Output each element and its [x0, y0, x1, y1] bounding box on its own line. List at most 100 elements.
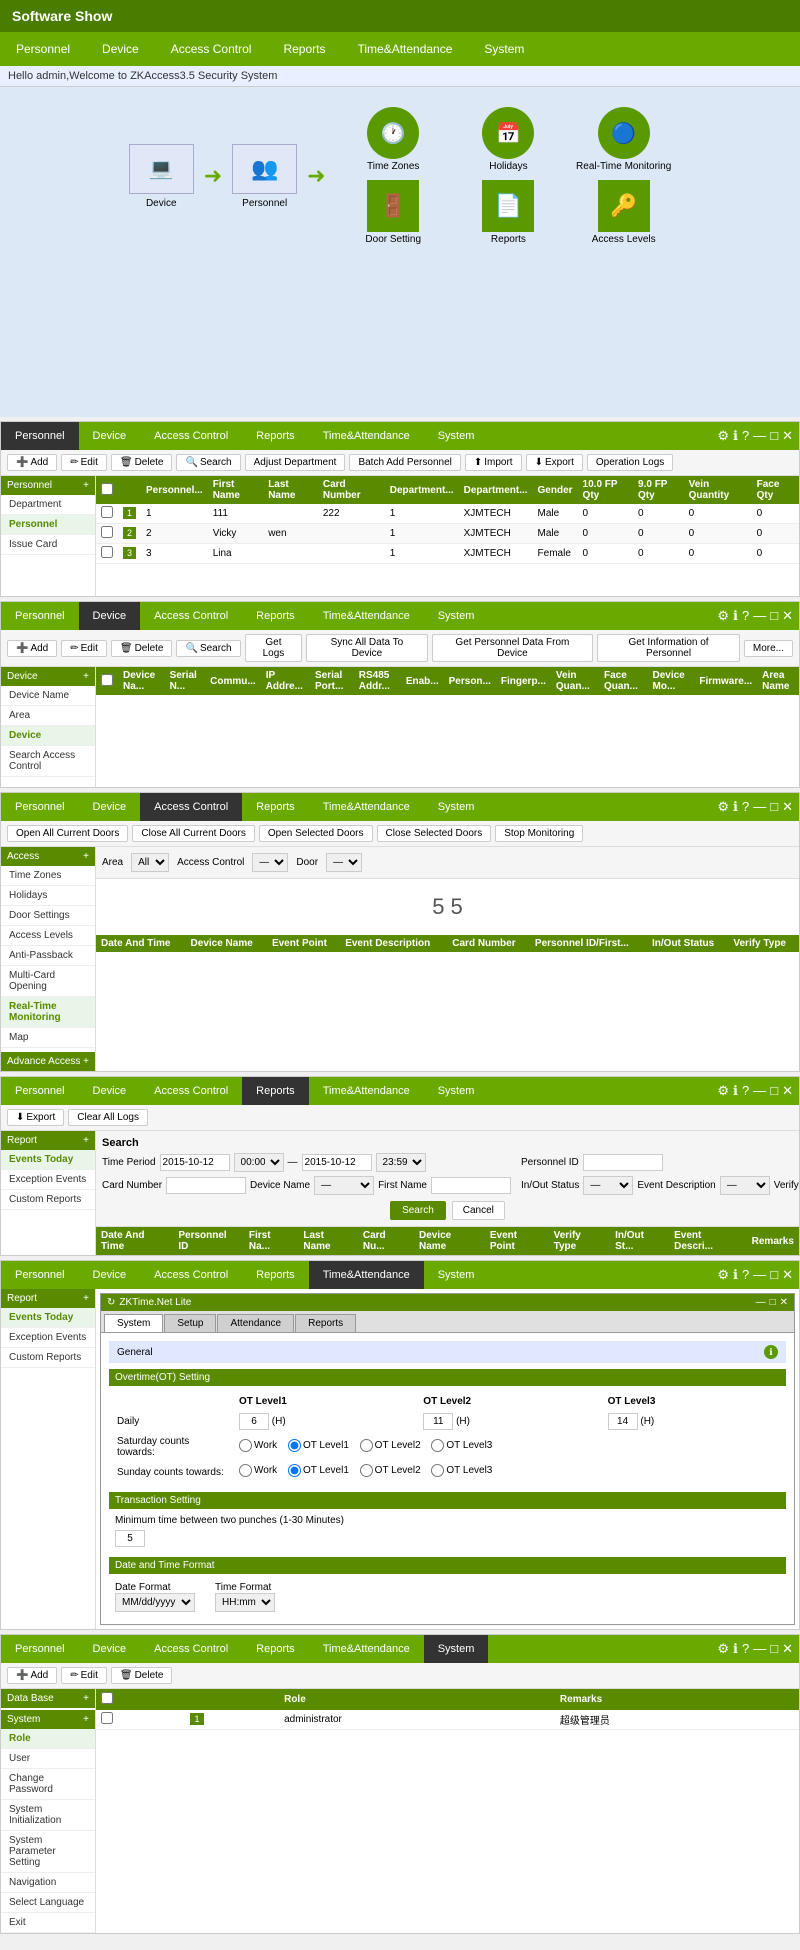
zktime-tab-attendance[interactable]: Attendance [217, 1314, 294, 1332]
sys-sidebar-role[interactable]: Role [1, 1729, 95, 1749]
rp-sidebar-custom[interactable]: Custom Reports [1, 1190, 95, 1210]
ta-sidebar-custom[interactable]: Custom Reports [1, 1348, 95, 1368]
rpnav-personnel[interactable]: Personnel [1, 1077, 79, 1105]
ot-l3-input[interactable] [608, 1413, 638, 1430]
cancel-button[interactable]: Cancel [452, 1201, 505, 1220]
zktime-tab-setup[interactable]: Setup [164, 1314, 216, 1332]
pnav-reports[interactable]: Reports [242, 422, 309, 450]
ta-sidebar-exception[interactable]: Exception Events [1, 1328, 95, 1348]
ac-settings-icon[interactable]: ⚙ [717, 799, 729, 815]
to-time-select[interactable]: 23:59 [376, 1153, 426, 1172]
sidebar-item-issue-card[interactable]: Issue Card [1, 535, 95, 555]
card-number-input[interactable] [166, 1177, 246, 1194]
ot-l2-input[interactable] [423, 1413, 453, 1430]
ta-sidebar-events[interactable]: Events Today [1, 1308, 95, 1328]
ac-minimize-icon[interactable]: — [753, 799, 766, 815]
sys-sidebar-init[interactable]: System Initialization [1, 1800, 95, 1831]
area-select[interactable]: All [131, 853, 169, 872]
nav-system[interactable]: System [468, 32, 540, 66]
ac-select[interactable]: — [252, 853, 288, 872]
d-btn-getlogs[interactable]: Get Logs [245, 634, 303, 662]
rp-btn-clear[interactable]: Clear All Logs [68, 1109, 148, 1126]
rp-btn-export[interactable]: ⬇ Export [7, 1109, 64, 1126]
nav-time-attendance[interactable]: Time&Attendance [341, 32, 468, 66]
sys-sidebar-changepass[interactable]: Change Password [1, 1769, 95, 1800]
row-checkbox[interactable] [101, 546, 113, 558]
rp-settings-icon[interactable]: ⚙ [717, 1083, 729, 1099]
ac-btn-stop-monitor[interactable]: Stop Monitoring [495, 825, 583, 842]
ac-btn-open-all[interactable]: Open All Current Doors [7, 825, 128, 842]
d-settings-icon[interactable]: ⚙ [717, 608, 729, 624]
d-help-icon[interactable]: ? [742, 608, 749, 624]
ot-l1-input[interactable] [239, 1413, 269, 1430]
sun-work-radio[interactable] [239, 1464, 252, 1477]
tanav-reports[interactable]: Reports [242, 1261, 309, 1289]
d-btn-sync[interactable]: Sync All Data To Device [306, 634, 427, 662]
sun-l3-radio[interactable] [431, 1464, 444, 1477]
event-desc-select[interactable]: — [720, 1176, 770, 1195]
btn-edit[interactable]: ✏ Edit [61, 454, 107, 471]
from-date-input[interactable] [160, 1154, 230, 1171]
pnav-access[interactable]: Access Control [140, 422, 242, 450]
firstname-input[interactable] [431, 1177, 511, 1194]
d-btn-add[interactable]: ➕ Add [7, 640, 57, 657]
nav-access-control[interactable]: Access Control [155, 32, 268, 66]
acnav-ta[interactable]: Time&Attendance [309, 793, 424, 821]
select-all-checkbox[interactable] [101, 483, 113, 495]
d-btn-getpersonnel[interactable]: Get Personnel Data From Device [432, 634, 594, 662]
rpnav-system[interactable]: System [424, 1077, 489, 1105]
minimize-icon[interactable]: — [753, 428, 766, 444]
rp-help-icon[interactable]: ? [742, 1083, 749, 1099]
btn-op-logs[interactable]: Operation Logs [587, 454, 673, 471]
date-format-select[interactable]: MM/dd/yyyy [115, 1593, 195, 1612]
sys-sidebar-param[interactable]: System Parameter Setting [1, 1831, 95, 1873]
ac-sidebar-multicard[interactable]: Multi-Card Opening [1, 966, 95, 997]
acnav-access[interactable]: Access Control [140, 793, 242, 821]
sys-btn-edit[interactable]: ✏ Edit [61, 1667, 107, 1684]
zktime-tab-system[interactable]: System [104, 1314, 163, 1332]
sidebar-item-department[interactable]: Department [1, 495, 95, 515]
sys-info-icon[interactable]: ℹ [733, 1641, 738, 1657]
btn-delete[interactable]: 🗑 Delete [111, 454, 173, 471]
zktime-maximize[interactable]: □ [770, 1297, 776, 1308]
ac-help-icon[interactable]: ? [742, 799, 749, 815]
d-minimize-icon[interactable]: — [753, 608, 766, 624]
settings-icon[interactable]: ⚙ [717, 428, 729, 444]
dnav-reports[interactable]: Reports [242, 602, 309, 630]
sysnav-personnel[interactable]: Personnel [1, 1635, 79, 1663]
d-btn-search[interactable]: 🔍 Search [176, 640, 240, 657]
ac-sidebar-levels[interactable]: Access Levels [1, 926, 95, 946]
ac-sidebar-holidays[interactable]: Holidays [1, 886, 95, 906]
rpnav-ta[interactable]: Time&Attendance [309, 1077, 424, 1105]
d-info-icon[interactable]: ℹ [733, 608, 738, 624]
tanav-access[interactable]: Access Control [140, 1261, 242, 1289]
personnel-id-input[interactable] [583, 1154, 663, 1171]
acnav-system[interactable]: System [424, 793, 489, 821]
rp-maximize-icon[interactable]: □ [770, 1083, 778, 1099]
acnav-reports[interactable]: Reports [242, 793, 309, 821]
sys-settings-icon[interactable]: ⚙ [717, 1641, 729, 1657]
sysnav-ta[interactable]: Time&Attendance [309, 1635, 424, 1663]
pnav-device[interactable]: Device [79, 422, 141, 450]
rp-minimize-icon[interactable]: — [753, 1083, 766, 1099]
sys-sidebar-user[interactable]: User [1, 1749, 95, 1769]
row-checkbox[interactable] [101, 506, 113, 518]
tanav-device[interactable]: Device [79, 1261, 141, 1289]
rpnav-device[interactable]: Device [79, 1077, 141, 1105]
d-btn-more[interactable]: More... [744, 640, 793, 657]
nav-personnel[interactable]: Personnel [0, 32, 86, 66]
dnav-device[interactable]: Device [79, 602, 141, 630]
pnav-system[interactable]: System [424, 422, 489, 450]
sysnav-access[interactable]: Access Control [140, 1635, 242, 1663]
tanav-personnel[interactable]: Personnel [1, 1261, 79, 1289]
maximize-icon[interactable]: □ [770, 428, 778, 444]
sidebar-device-name[interactable]: Device Name [1, 686, 95, 706]
sys-minimize-icon[interactable]: — [753, 1641, 766, 1657]
sys-sidebar-nav[interactable]: Navigation [1, 1873, 95, 1893]
sidebar-area[interactable]: Area [1, 706, 95, 726]
ac-sidebar-antipassback[interactable]: Anti-Passback [1, 946, 95, 966]
from-time-select[interactable]: 00:00 [234, 1153, 284, 1172]
d-select-all[interactable] [101, 674, 113, 686]
d-close-icon[interactable]: ✕ [782, 608, 793, 624]
device-name-select[interactable]: — [314, 1176, 374, 1195]
